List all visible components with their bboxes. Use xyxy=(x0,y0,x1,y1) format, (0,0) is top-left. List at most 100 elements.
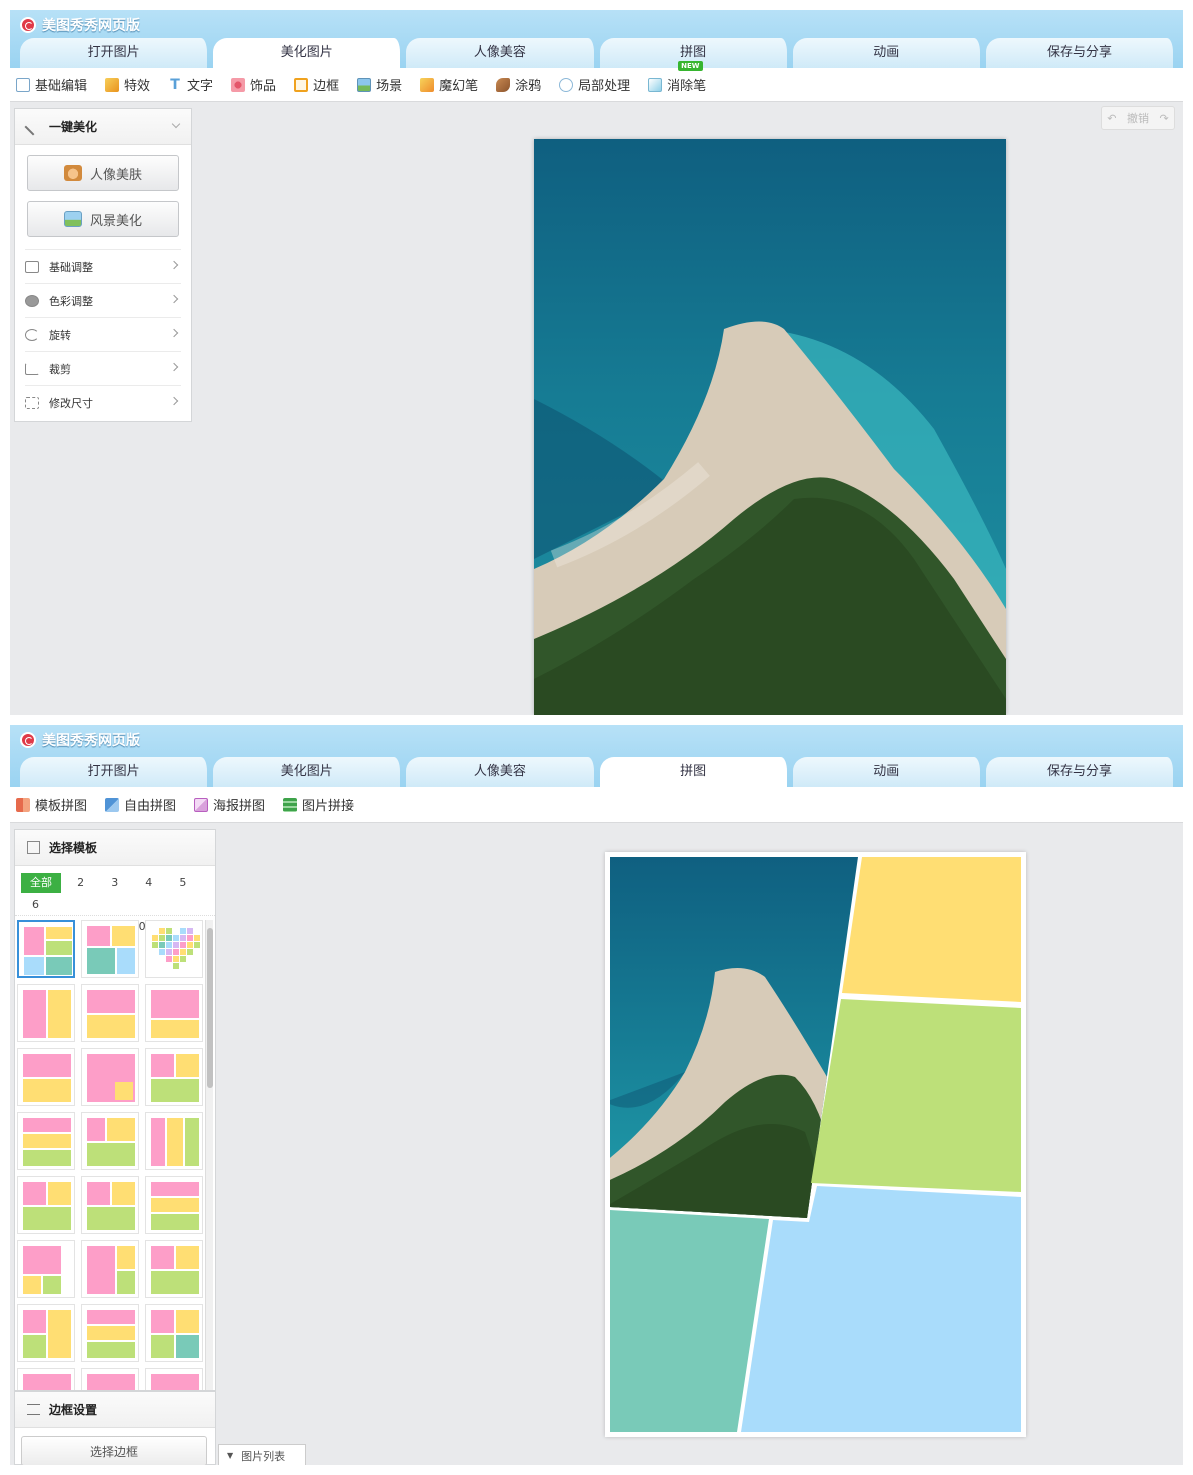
tool-frame[interactable]: 边框 xyxy=(294,75,339,94)
template-cell xyxy=(166,942,172,948)
template-thumbnail[interactable] xyxy=(17,1304,75,1362)
tool-poster-collage[interactable]: 海报拼图 xyxy=(194,795,265,814)
tab-collage[interactable]: 拼图 xyxy=(599,757,787,787)
template-thumbnail[interactable] xyxy=(81,1304,139,1362)
template-cell xyxy=(187,928,193,934)
template-thumbnail[interactable] xyxy=(17,920,75,978)
tab-portrait[interactable]: 人像美容 xyxy=(406,757,594,787)
template-cell xyxy=(107,1118,135,1141)
template-cell xyxy=(23,990,46,1038)
menu-label: 裁剪 xyxy=(49,362,71,376)
menu-crop[interactable]: 裁剪 xyxy=(25,351,181,385)
template-preview xyxy=(87,1246,135,1294)
select-border-button[interactable]: 选择边框 xyxy=(21,1436,207,1465)
template-thumbnail[interactable] xyxy=(17,1240,75,1298)
template-thumbnail[interactable] xyxy=(81,1176,139,1234)
frame-icon xyxy=(294,77,309,92)
menu-label: 修改尺寸 xyxy=(49,396,93,410)
category-3[interactable]: 3 xyxy=(100,873,129,893)
template-cell xyxy=(151,1246,174,1269)
image-list-toggle[interactable]: ▼ 图片列表 xyxy=(218,1444,306,1465)
template-preview xyxy=(151,1310,199,1358)
tool-local-edit[interactable]: 局部处理 xyxy=(559,75,630,94)
template-thumbnail[interactable] xyxy=(145,1368,203,1390)
tab-save-share[interactable]: 保存与分享 xyxy=(985,757,1174,787)
template-scrollbar[interactable] xyxy=(205,920,213,1390)
tool-label: 场景 xyxy=(376,79,403,94)
tool-label: 边框 xyxy=(313,79,340,94)
menu-rotate[interactable]: 旋转 xyxy=(25,317,181,351)
tool-label: 文字 xyxy=(187,79,214,94)
template-preview xyxy=(23,990,71,1038)
tab-open-image[interactable]: 打开图片 xyxy=(20,38,208,68)
template-thumbnail[interactable] xyxy=(81,1048,139,1106)
template-cell xyxy=(87,1143,135,1166)
tool-template-collage[interactable]: 模板拼图 xyxy=(16,795,87,814)
tab-animation[interactable]: 动画 xyxy=(792,757,980,787)
tab-save-share[interactable]: 保存与分享 xyxy=(985,38,1174,68)
collage-canvas[interactable] xyxy=(605,852,1026,1437)
tab-animation[interactable]: 动画 xyxy=(792,38,980,68)
template-cell xyxy=(180,956,186,962)
undo-label: 撤销 xyxy=(1126,112,1149,125)
undo-button[interactable]: ↶ 撤销 ↷ xyxy=(1101,106,1175,130)
landscape-beautify-button[interactable]: 风景美化 xyxy=(27,201,179,237)
tool-image-stitch[interactable]: 图片拼接 xyxy=(283,795,354,814)
panel-header[interactable]: 一键美化 xyxy=(15,109,191,145)
tool-effects[interactable]: 特效 xyxy=(105,75,150,94)
template-cell xyxy=(151,1335,174,1358)
template-thumbnail[interactable] xyxy=(81,920,139,978)
template-cell xyxy=(117,1271,135,1294)
portrait-skin-button[interactable]: 人像美肤 xyxy=(27,155,179,191)
tab-portrait[interactable]: 人像美容 xyxy=(406,38,594,68)
template-thumbnail[interactable] xyxy=(145,1304,203,1362)
border-panel-header: 边框设置 xyxy=(15,1392,215,1428)
template-cell xyxy=(151,1198,199,1212)
template-thumbnail[interactable] xyxy=(145,984,203,1042)
template-cell xyxy=(117,1246,135,1269)
tool-scene[interactable]: 场景 xyxy=(357,75,402,94)
app-logo-icon xyxy=(20,17,36,33)
category-5[interactable]: 5 xyxy=(168,873,197,893)
tool-accessories[interactable]: 饰品 xyxy=(231,75,276,94)
template-thumbnail[interactable] xyxy=(17,1048,75,1106)
template-thumbnail[interactable] xyxy=(145,920,203,978)
template-thumbnail[interactable] xyxy=(81,984,139,1042)
template-preview xyxy=(87,1118,135,1166)
tool-basic-edit[interactable]: 基础编辑 xyxy=(16,75,87,94)
template-thumbnail[interactable] xyxy=(81,1368,139,1390)
menu-resize[interactable]: 修改尺寸 xyxy=(25,385,181,419)
template-thumbnail[interactable] xyxy=(17,984,75,1042)
category-2[interactable]: 2 xyxy=(66,873,95,893)
tool-eraser-pen[interactable]: 消除笔 NEW xyxy=(648,61,706,94)
template-thumbnail[interactable] xyxy=(145,1112,203,1170)
menu-basic-adjust[interactable]: 基础调整 xyxy=(25,249,181,283)
tab-beautify[interactable]: 美化图片 xyxy=(213,38,401,68)
tab-open-image[interactable]: 打开图片 xyxy=(20,757,208,787)
template-thumbnail[interactable] xyxy=(17,1368,75,1390)
template-thumbnail[interactable] xyxy=(145,1240,203,1298)
border-settings-panel: 边框设置 选择边框 xyxy=(14,1391,216,1465)
template-thumbnail[interactable] xyxy=(17,1112,75,1170)
category-4[interactable]: 4 xyxy=(134,873,163,893)
category-all[interactable]: 全部 xyxy=(21,873,61,893)
tool-free-collage[interactable]: 自由拼图 xyxy=(105,795,176,814)
category-6[interactable]: 6 xyxy=(21,895,50,915)
tab-beautify[interactable]: 美化图片 xyxy=(213,757,401,787)
tool-doodle[interactable]: 涂鸦 xyxy=(496,75,541,94)
redo-icon[interactable]: ↷ xyxy=(1160,112,1169,125)
template-thumbnail[interactable] xyxy=(81,1112,139,1170)
menu-color-adjust[interactable]: 色彩调整 xyxy=(25,283,181,317)
tool-magic-pen[interactable]: 魔幻笔 xyxy=(420,75,478,94)
tool-text[interactable]: T 文字 xyxy=(168,75,214,95)
template-thumbnail[interactable] xyxy=(145,1048,203,1106)
chevron-right-icon xyxy=(169,396,179,406)
scrollbar-thumb[interactable] xyxy=(207,928,213,1088)
edit-icon xyxy=(16,77,30,92)
template-thumbnail[interactable] xyxy=(17,1176,75,1234)
canvas-photo[interactable] xyxy=(534,139,1006,715)
button-label: 风景美化 xyxy=(89,213,142,229)
template-thumbnail[interactable] xyxy=(145,1176,203,1234)
template-thumbnail[interactable] xyxy=(81,1240,139,1298)
template-preview xyxy=(23,1118,71,1166)
